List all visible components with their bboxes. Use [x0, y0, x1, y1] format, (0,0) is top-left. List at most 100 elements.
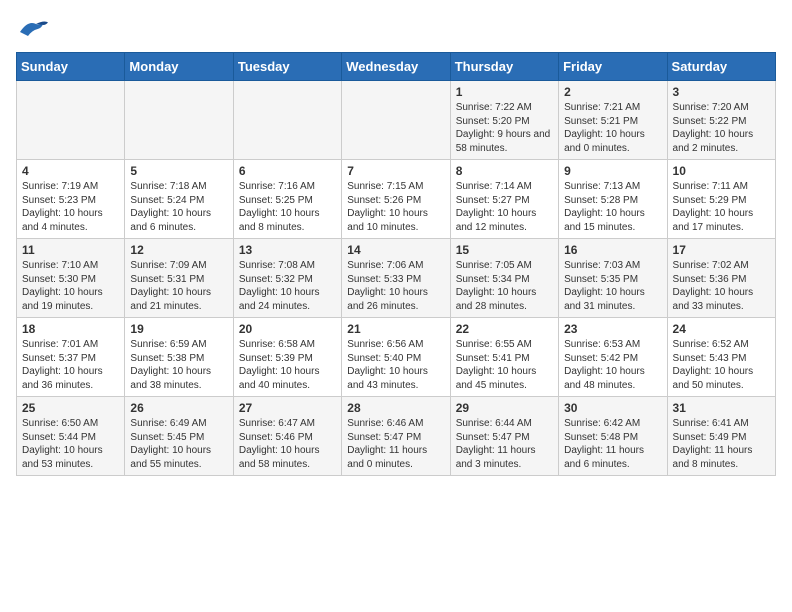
week-row: 18 Sunrise: 7:01 AM Sunset: 5:37 PM Dayli…	[17, 318, 776, 397]
day-number: 2	[564, 85, 661, 99]
calendar-cell: 17 Sunrise: 7:02 AM Sunset: 5:36 PM Dayli…	[667, 239, 775, 318]
day-number: 31	[673, 401, 770, 415]
day-info: Sunrise: 6:50 AM Sunset: 5:44 PM Dayligh…	[22, 417, 119, 471]
day-info: Sunrise: 7:13 AM Sunset: 5:28 PM Dayligh…	[564, 180, 661, 234]
day-info: Sunrise: 7:09 AM Sunset: 5:31 PM Dayligh…	[130, 259, 227, 313]
day-number: 10	[673, 164, 770, 178]
calendar-cell: 29 Sunrise: 6:44 AM Sunset: 5:47 PM Dayli…	[450, 397, 558, 476]
day-number: 1	[456, 85, 553, 99]
day-info: Sunrise: 7:14 AM Sunset: 5:27 PM Dayligh…	[456, 180, 553, 234]
calendar-cell: 28 Sunrise: 6:46 AM Sunset: 5:47 PM Dayli…	[342, 397, 450, 476]
day-info: Sunrise: 6:53 AM Sunset: 5:42 PM Dayligh…	[564, 338, 661, 392]
header-day-saturday: Saturday	[667, 53, 775, 81]
calendar-cell: 31 Sunrise: 6:41 AM Sunset: 5:49 PM Dayli…	[667, 397, 775, 476]
day-info: Sunrise: 7:01 AM Sunset: 5:37 PM Dayligh…	[22, 338, 119, 392]
day-number: 25	[22, 401, 119, 415]
day-number: 13	[239, 243, 336, 257]
day-info: Sunrise: 7:16 AM Sunset: 5:25 PM Dayligh…	[239, 180, 336, 234]
header-day-monday: Monday	[125, 53, 233, 81]
calendar-cell: 16 Sunrise: 7:03 AM Sunset: 5:35 PM Dayli…	[559, 239, 667, 318]
calendar-cell: 24 Sunrise: 6:52 AM Sunset: 5:43 PM Dayli…	[667, 318, 775, 397]
calendar-cell: 15 Sunrise: 7:05 AM Sunset: 5:34 PM Dayli…	[450, 239, 558, 318]
calendar-cell: 10Sunrise: 7:11 AM Sunset: 5:29 PM Dayli…	[667, 160, 775, 239]
calendar-cell: 25 Sunrise: 6:50 AM Sunset: 5:44 PM Dayli…	[17, 397, 125, 476]
calendar-cell: 21 Sunrise: 6:56 AM Sunset: 5:40 PM Dayli…	[342, 318, 450, 397]
calendar-cell: 2 Sunrise: 7:21 AM Sunset: 5:21 PM Daylig…	[559, 81, 667, 160]
logo	[16, 16, 54, 40]
calendar-cell: 22 Sunrise: 6:55 AM Sunset: 5:41 PM Dayli…	[450, 318, 558, 397]
day-number: 12	[130, 243, 227, 257]
calendar-cell: 1 Sunrise: 7:22 AM Sunset: 5:20 PM Daylig…	[450, 81, 558, 160]
day-number: 29	[456, 401, 553, 415]
day-number: 5	[130, 164, 227, 178]
day-info: Sunrise: 6:49 AM Sunset: 5:45 PM Dayligh…	[130, 417, 227, 471]
week-row: 25 Sunrise: 6:50 AM Sunset: 5:44 PM Dayli…	[17, 397, 776, 476]
day-info: Sunrise: 7:03 AM Sunset: 5:35 PM Dayligh…	[564, 259, 661, 313]
calendar-cell	[342, 81, 450, 160]
day-info: Sunrise: 7:08 AM Sunset: 5:32 PM Dayligh…	[239, 259, 336, 313]
day-number: 17	[673, 243, 770, 257]
week-row: 4Sunrise: 7:19 AM Sunset: 5:23 PM Daylig…	[17, 160, 776, 239]
calendar-cell: 14Sunrise: 7:06 AM Sunset: 5:33 PM Dayli…	[342, 239, 450, 318]
day-number: 18	[22, 322, 119, 336]
week-row: 1 Sunrise: 7:22 AM Sunset: 5:20 PM Daylig…	[17, 81, 776, 160]
day-number: 7	[347, 164, 444, 178]
day-info: Sunrise: 7:20 AM Sunset: 5:22 PM Dayligh…	[673, 101, 770, 155]
calendar-cell: 27 Sunrise: 6:47 AM Sunset: 5:46 PM Dayli…	[233, 397, 341, 476]
calendar-cell: 23 Sunrise: 6:53 AM Sunset: 5:42 PM Dayli…	[559, 318, 667, 397]
day-number: 4	[22, 164, 119, 178]
calendar-cell: 19 Sunrise: 6:59 AM Sunset: 5:38 PM Dayli…	[125, 318, 233, 397]
day-info: Sunrise: 6:42 AM Sunset: 5:48 PM Dayligh…	[564, 417, 661, 471]
calendar-cell: 26 Sunrise: 6:49 AM Sunset: 5:45 PM Dayli…	[125, 397, 233, 476]
calendar-cell	[125, 81, 233, 160]
day-number: 6	[239, 164, 336, 178]
day-number: 21	[347, 322, 444, 336]
calendar-cell: 30Sunrise: 6:42 AM Sunset: 5:48 PM Dayli…	[559, 397, 667, 476]
day-info: Sunrise: 7:21 AM Sunset: 5:21 PM Dayligh…	[564, 101, 661, 155]
day-number: 27	[239, 401, 336, 415]
calendar-cell: 4Sunrise: 7:19 AM Sunset: 5:23 PM Daylig…	[17, 160, 125, 239]
calendar-cell: 3 Sunrise: 7:20 AM Sunset: 5:22 PM Daylig…	[667, 81, 775, 160]
day-number: 24	[673, 322, 770, 336]
calendar-header: SundayMondayTuesdayWednesdayThursdayFrid…	[17, 53, 776, 81]
day-number: 23	[564, 322, 661, 336]
header-day-sunday: Sunday	[17, 53, 125, 81]
day-info: Sunrise: 6:55 AM Sunset: 5:41 PM Dayligh…	[456, 338, 553, 392]
day-info: Sunrise: 7:06 AM Sunset: 5:33 PM Dayligh…	[347, 259, 444, 313]
day-number: 15	[456, 243, 553, 257]
calendar-cell	[233, 81, 341, 160]
day-info: Sunrise: 7:02 AM Sunset: 5:36 PM Dayligh…	[673, 259, 770, 313]
calendar-cell: 11Sunrise: 7:10 AM Sunset: 5:30 PM Dayli…	[17, 239, 125, 318]
day-info: Sunrise: 7:22 AM Sunset: 5:20 PM Dayligh…	[456, 101, 553, 155]
calendar-cell: 9 Sunrise: 7:13 AM Sunset: 5:28 PM Daylig…	[559, 160, 667, 239]
day-number: 9	[564, 164, 661, 178]
day-info: Sunrise: 6:41 AM Sunset: 5:49 PM Dayligh…	[673, 417, 770, 471]
calendar-body: 1 Sunrise: 7:22 AM Sunset: 5:20 PM Daylig…	[17, 81, 776, 476]
day-info: Sunrise: 6:56 AM Sunset: 5:40 PM Dayligh…	[347, 338, 444, 392]
header-day-thursday: Thursday	[450, 53, 558, 81]
day-number: 28	[347, 401, 444, 415]
calendar-table: SundayMondayTuesdayWednesdayThursdayFrid…	[16, 52, 776, 476]
day-number: 19	[130, 322, 227, 336]
header-day-tuesday: Tuesday	[233, 53, 341, 81]
header-day-friday: Friday	[559, 53, 667, 81]
day-info: Sunrise: 7:10 AM Sunset: 5:30 PM Dayligh…	[22, 259, 119, 313]
day-info: Sunrise: 6:46 AM Sunset: 5:47 PM Dayligh…	[347, 417, 444, 471]
day-number: 26	[130, 401, 227, 415]
day-info: Sunrise: 6:59 AM Sunset: 5:38 PM Dayligh…	[130, 338, 227, 392]
day-info: Sunrise: 6:47 AM Sunset: 5:46 PM Dayligh…	[239, 417, 336, 471]
day-info: Sunrise: 6:52 AM Sunset: 5:43 PM Dayligh…	[673, 338, 770, 392]
header-day-wednesday: Wednesday	[342, 53, 450, 81]
day-info: Sunrise: 7:05 AM Sunset: 5:34 PM Dayligh…	[456, 259, 553, 313]
day-info: Sunrise: 7:15 AM Sunset: 5:26 PM Dayligh…	[347, 180, 444, 234]
day-number: 22	[456, 322, 553, 336]
calendar-cell: 20 Sunrise: 6:58 AM Sunset: 5:39 PM Dayli…	[233, 318, 341, 397]
calendar-cell: 12 Sunrise: 7:09 AM Sunset: 5:31 PM Dayli…	[125, 239, 233, 318]
day-number: 16	[564, 243, 661, 257]
day-info: Sunrise: 6:44 AM Sunset: 5:47 PM Dayligh…	[456, 417, 553, 471]
day-info: Sunrise: 6:58 AM Sunset: 5:39 PM Dayligh…	[239, 338, 336, 392]
day-number: 8	[456, 164, 553, 178]
week-row: 11Sunrise: 7:10 AM Sunset: 5:30 PM Dayli…	[17, 239, 776, 318]
day-number: 20	[239, 322, 336, 336]
day-number: 3	[673, 85, 770, 99]
